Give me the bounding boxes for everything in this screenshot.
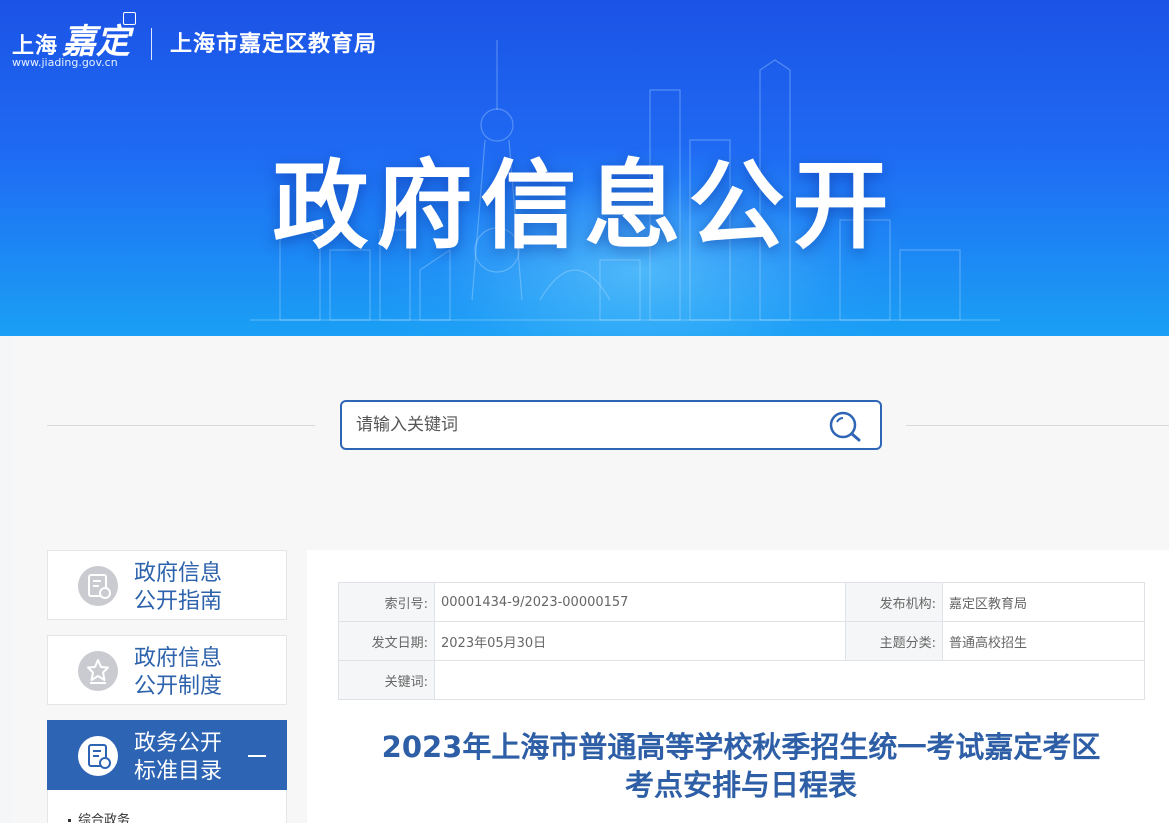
sidebar-item-disclosure-guide[interactable]: 政府信息 公开指南 — [47, 550, 287, 620]
seal-icon — [123, 12, 136, 25]
search-box — [340, 400, 882, 450]
document-title-line: 考点安排与日程表 — [624, 768, 857, 802]
date-label: 发文日期: — [338, 621, 435, 661]
search-icon[interactable] — [826, 408, 864, 444]
search-input[interactable] — [356, 412, 816, 438]
index-value: 00001434-9/2023-00000157 — [434, 582, 846, 622]
site-name[interactable]: 上海市嘉定区教育局 — [170, 26, 377, 58]
topic-label: 主题分类: — [845, 621, 943, 661]
document-title: 2023年上海市普通高等学校秋季招生统一考试嘉定考区 考点安排与日程表 — [338, 728, 1144, 804]
sidebar-item-label: 公开制度 — [134, 674, 223, 699]
date-value: 2023年05月30日 — [434, 621, 846, 661]
banner: 上海 嘉定 www.jiading.gov.cn 上海市嘉定区教育局 政府信息公… — [0, 0, 1169, 336]
document-title-line: 2023年上海市普通高等学校秋季招生统一考试嘉定考区 — [381, 730, 1101, 764]
sidebar-item-label: 公开指南 — [134, 589, 223, 614]
sidebar-item-label: 政务公开 — [134, 731, 223, 756]
document-icon — [78, 566, 118, 606]
topic-value: 普通高校招生 — [942, 621, 1145, 661]
search-divider-left — [47, 425, 315, 426]
sidebar-item-label: 政府信息 — [134, 561, 223, 586]
collapse-minus-icon[interactable] — [248, 755, 266, 757]
search-divider-right — [906, 425, 1169, 426]
main-panel: 政府信息 公开指南 政府信息 公开制度 政务公开 标准目录 — [12, 336, 1169, 823]
sidebar-subitem-general-affairs[interactable]: 综合政务 — [68, 809, 130, 823]
document-meta-table: 索引号: 00001434-9/2023-00000157 发布机构: 嘉定区教… — [338, 582, 1145, 700]
table-row: 发文日期: 2023年05月30日 主题分类: 普通高校招生 — [338, 621, 1145, 661]
sidebar-item-standard-catalog[interactable]: 政务公开 标准目录 — [47, 720, 287, 790]
table-row: 索引号: 00001434-9/2023-00000157 发布机构: 嘉定区教… — [338, 582, 1145, 622]
content-panel: 索引号: 00001434-9/2023-00000157 发布机构: 嘉定区教… — [307, 550, 1169, 823]
sidebar-item-label: 标准目录 — [134, 759, 223, 784]
document-icon — [78, 736, 118, 776]
keywords-label: 关键词: — [338, 660, 435, 700]
publisher-label: 发布机构: — [845, 582, 943, 622]
banner-title: 政府信息公开 — [272, 150, 897, 262]
star-badge-icon — [78, 651, 118, 691]
table-row: 关键词: — [338, 660, 1145, 700]
publisher-value: 嘉定区教育局 — [942, 582, 1145, 622]
sidebar-subitems: 综合政务 — [47, 790, 287, 823]
sidebar-item-disclosure-system[interactable]: 政府信息 公开制度 — [47, 635, 287, 705]
sidebar-item-label: 政府信息 — [134, 646, 223, 671]
keywords-value — [434, 660, 1145, 700]
logo-url: www.jiading.gov.cn — [12, 56, 118, 69]
jiading-logo[interactable]: 上海 嘉定 www.jiading.gov.cn — [12, 12, 137, 70]
site-logo[interactable]: 上海 嘉定 www.jiading.gov.cn 上海市嘉定区教育局 — [12, 12, 377, 70]
index-label: 索引号: — [338, 582, 435, 622]
logo-divider — [151, 28, 152, 60]
